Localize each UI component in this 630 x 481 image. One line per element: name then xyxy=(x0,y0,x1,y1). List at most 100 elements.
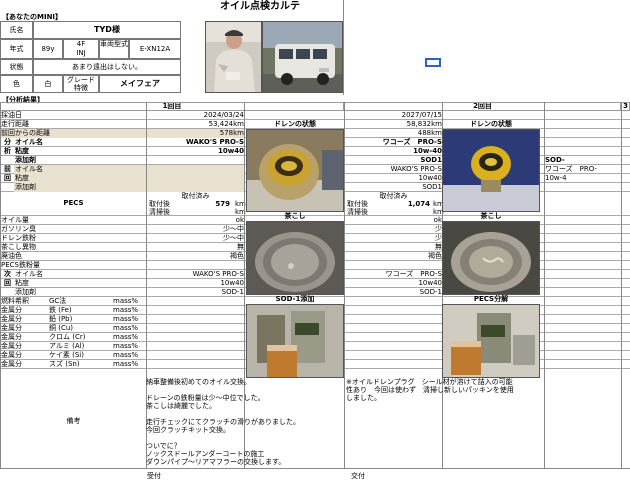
round1-value: 10w40 xyxy=(218,147,244,155)
round2-value: 少 xyxy=(435,234,442,242)
grid-vline xyxy=(0,102,1,468)
row-label: ドレン鉄粉 xyxy=(1,234,36,242)
fuel-dilution-label: 燃料希釈 xyxy=(1,297,29,305)
round1-value: 無 xyxy=(237,243,244,251)
next-group-label: 次回 xyxy=(4,270,11,287)
car-photo-image xyxy=(263,22,342,92)
gc-label: GC法 xyxy=(49,297,67,305)
r2-strainer-caption: 茶こし xyxy=(480,212,502,220)
r1-pecs-install-km: 579 xyxy=(215,200,230,208)
round2-value: WAKO'S PRO-S xyxy=(390,165,442,173)
row-label: 前回からの距離 xyxy=(0,129,146,138)
metal-name: ケイ素 (Si) xyxy=(49,351,84,359)
grid-vline xyxy=(344,102,345,468)
r1-sod-caption: SOD-1添加 xyxy=(275,295,315,303)
metal-label: 金属分 xyxy=(1,315,22,323)
round1-value: WAKO'S PRO-S xyxy=(185,138,244,146)
r2-strainer-photo xyxy=(442,221,540,295)
year-label: 年式 xyxy=(0,39,33,59)
row-label: 粘度 xyxy=(14,174,146,183)
row-label: 添加剤 xyxy=(15,288,36,296)
metal-name: クロム (Cr) xyxy=(49,333,86,341)
gear-value: 4F INJ xyxy=(63,39,99,59)
year-value: 89y xyxy=(33,39,63,59)
round1-value xyxy=(146,174,244,183)
gear-text: 4F xyxy=(76,40,86,48)
round2-value: ok xyxy=(433,216,442,224)
metal-label: 金属分 xyxy=(1,306,22,314)
gc-unit: mass% xyxy=(113,297,139,305)
r1-sod-photo xyxy=(246,304,344,378)
metal-unit: mass% xyxy=(113,342,139,350)
row-label: PECS鉄粉量 xyxy=(1,261,40,269)
round1-value: 少〜中 xyxy=(223,234,244,242)
round2-value: 2027/07/15 xyxy=(401,111,442,119)
model-label: 車両型式 xyxy=(99,39,129,59)
round1-value: 53,424km xyxy=(208,120,244,128)
round1-value: 2024/03/24 xyxy=(203,111,244,119)
r2-drain-photo xyxy=(442,129,540,212)
round-3-header: 3 xyxy=(621,102,630,111)
row-label: オイル名 xyxy=(14,165,146,174)
r2-pecs-photo xyxy=(442,304,540,378)
row-label: 走行距離 xyxy=(1,120,29,128)
row-label: オイル名 xyxy=(15,138,43,146)
round2-value: 褐色 xyxy=(428,252,442,260)
metal-name: アルミ (Al) xyxy=(49,342,85,350)
metal-unit: mass% xyxy=(113,324,139,332)
name-value: TYD様 xyxy=(33,21,181,39)
round1-value: WAKO'S PRO-S xyxy=(192,270,244,278)
name-label: 氏名 xyxy=(0,21,33,39)
metal-unit: mass% xyxy=(113,360,139,368)
r2-pecs-caption: PECS分解 xyxy=(473,295,509,303)
page-title: オイル点検カルテ xyxy=(220,1,300,12)
color-label: 色 xyxy=(0,75,33,93)
round2-value: 488km xyxy=(417,129,442,137)
owner-photo-image xyxy=(206,22,261,92)
r1-drain-photo xyxy=(246,129,344,212)
state-label: 状態 xyxy=(0,59,33,75)
round1-value: ok xyxy=(235,216,244,224)
round1-value: 578km xyxy=(219,129,244,137)
row-label: 添加剤 xyxy=(15,156,36,164)
r2-drain-caption: ドレンの状態 xyxy=(470,120,512,128)
metal-label: 金属分 xyxy=(1,324,22,332)
grade-value: メイフェア xyxy=(99,75,181,93)
round3-value: SOD- xyxy=(545,156,565,164)
round1-value xyxy=(146,165,244,174)
round2-value: ワコーズ PRO-S xyxy=(382,138,442,146)
round1-value: 少〜中 xyxy=(223,225,244,233)
round3-value: 10w-4 xyxy=(545,174,567,182)
car-photo xyxy=(262,21,343,93)
metal-name: 銅 (Cu) xyxy=(49,324,74,332)
row-label: オイル量 xyxy=(1,216,29,224)
pecs-disassembly-image xyxy=(443,305,539,377)
round2-value: 10w40 xyxy=(418,279,442,287)
round2-value: ワコーズ PRO-S xyxy=(385,270,442,278)
metal-label: 金属分 xyxy=(1,342,22,350)
prev-group-label: 前回 xyxy=(4,165,11,182)
row-label: ガソリン臭 xyxy=(1,225,36,233)
row-label: 粘度 xyxy=(15,279,29,287)
r1-remarks-text: 納車整備後初めてのオイル交換。 ドレーンの鉄粉量は少〜中位でした。 茶こしは綺麗… xyxy=(146,378,300,466)
strainer-image-1 xyxy=(247,222,343,294)
metal-name: 鉛 (Pb) xyxy=(49,315,73,323)
right-page-divider xyxy=(343,0,344,95)
r1-drain-caption: ドレンの状態 xyxy=(274,120,316,128)
round2-value: 58,832km xyxy=(406,120,442,128)
metal-unit: mass% xyxy=(113,315,139,323)
round1-value: 10w40 xyxy=(220,279,244,287)
round2-value: 10w40 xyxy=(418,174,442,182)
metal-label: 金属分 xyxy=(1,333,22,341)
round-1-header: 1回目 xyxy=(0,102,344,111)
r2-pecs-install-km: 1,074 xyxy=(407,200,430,208)
metal-unit: mass% xyxy=(113,351,139,359)
inj-text: INJ xyxy=(76,49,86,57)
round-2-header: 2回目 xyxy=(344,102,621,111)
row-label: 廃油色 xyxy=(1,252,22,260)
grid-vline xyxy=(621,102,622,468)
footer-top-line xyxy=(0,468,630,469)
selection-marker[interactable] xyxy=(425,58,441,67)
metal-unit: mass% xyxy=(113,306,139,314)
round2-value: 10w-40 xyxy=(413,147,442,155)
